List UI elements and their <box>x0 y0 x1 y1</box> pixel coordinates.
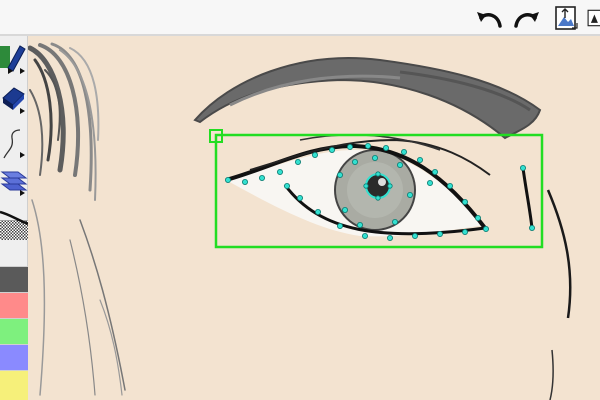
color-swatch-yellow[interactable] <box>0 370 28 400</box>
triangle-menu-button[interactable] <box>586 4 600 32</box>
layers-icon <box>0 171 28 196</box>
pen-icon <box>0 45 26 74</box>
pen-tool[interactable] <box>0 40 28 78</box>
layers-tool[interactable] <box>0 164 28 202</box>
texture-tool[interactable] <box>0 204 28 242</box>
image-transform-icon <box>555 6 578 30</box>
hatch-texture-icon <box>0 210 28 240</box>
eraser-tool[interactable] <box>0 80 28 120</box>
redo-button[interactable] <box>512 4 542 32</box>
color-swatch-red[interactable] <box>0 292 28 318</box>
left-toolbar <box>0 36 28 400</box>
color-swatch-blue[interactable] <box>0 344 28 370</box>
stroke-style-tool[interactable] <box>0 122 28 164</box>
eraser-icon <box>2 87 25 114</box>
image-layer-button[interactable] <box>553 4 579 32</box>
redo-arrow-icon <box>514 12 539 28</box>
undo-arrow-icon <box>477 12 502 28</box>
top-toolbar <box>0 0 600 36</box>
pupil <box>365 173 391 199</box>
drawing-canvas[interactable] <box>28 36 600 400</box>
triangle-icon <box>587 9 600 27</box>
curve-stroke-icon <box>3 129 25 159</box>
undo-button[interactable] <box>474 4 504 32</box>
color-swatch-gray[interactable] <box>0 266 28 292</box>
face-contour-line <box>546 189 572 319</box>
color-swatch-green[interactable] <box>0 318 28 344</box>
eye-sketch-artwork <box>28 42 572 400</box>
hair-strands <box>28 42 126 396</box>
